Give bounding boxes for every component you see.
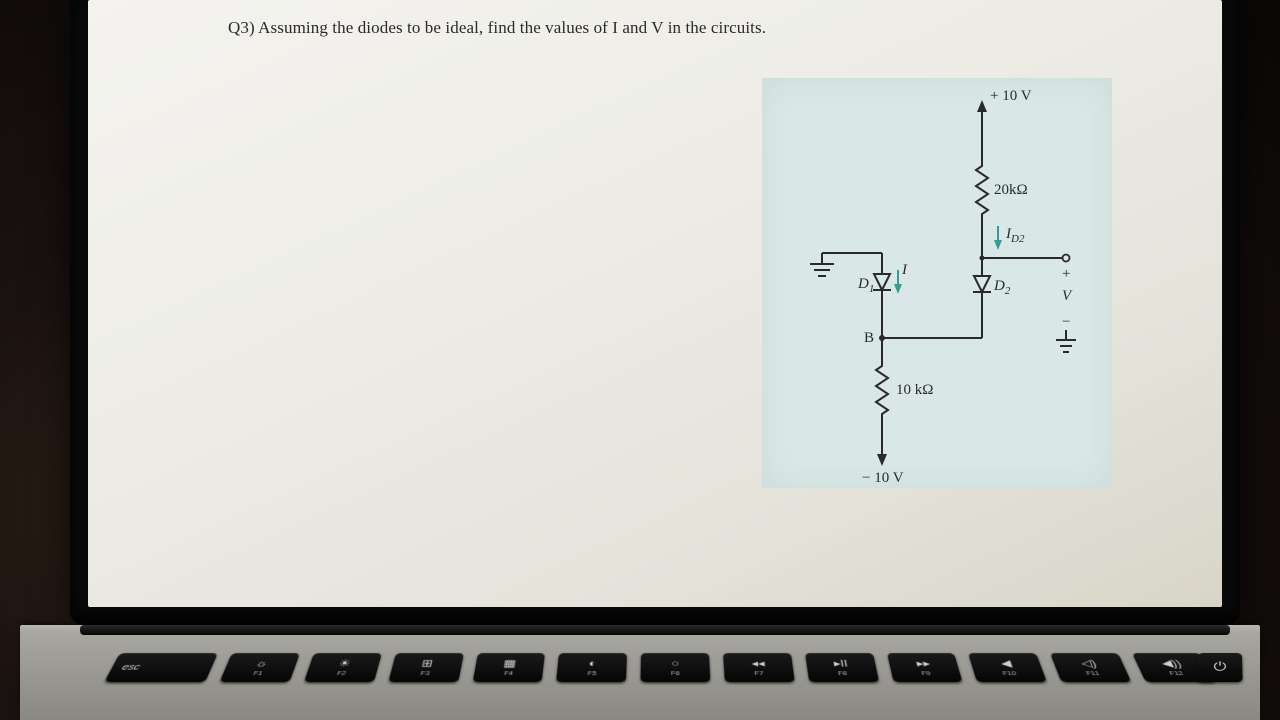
- current-id2: ID2: [994, 226, 1025, 250]
- key-f2[interactable]: ☀F2: [304, 653, 382, 682]
- key-esc[interactable]: esc: [104, 653, 218, 682]
- ground-right: [1056, 330, 1076, 352]
- diode-d1: D1: [857, 274, 891, 338]
- svg-text:D1: D1: [857, 276, 874, 295]
- key-f7[interactable]: ◂◂F7: [723, 653, 795, 682]
- function-row: esc ☼F1 ☀F2 ⊞F3 ▦F4 ◐F5 ○F6 ◂◂F7 ▸IIF8 ▸…: [99, 653, 1221, 692]
- screen-bezel: Q3) Assuming the diodes to be ideal, fin…: [70, 0, 1240, 625]
- key-f3[interactable]: ⊞F3: [388, 653, 463, 682]
- bottom-voltage: − 10 V: [862, 422, 904, 486]
- key-f8[interactable]: ▸IIF8: [805, 653, 879, 682]
- terminal-v-top: [1063, 255, 1070, 262]
- svg-text:− 10 V: − 10 V: [862, 470, 904, 486]
- svg-text:10 kΩ: 10 kΩ: [896, 382, 933, 398]
- key-f9[interactable]: ▸▸F9: [887, 653, 963, 682]
- svg-text:+ 10 V: + 10 V: [990, 88, 1032, 104]
- plus-sign: +: [1062, 266, 1070, 282]
- question-label: Q3): [228, 18, 255, 37]
- resistor-20k: 20kΩ: [976, 158, 1028, 222]
- keyboard-deck: esc ☼F1 ☀F2 ⊞F3 ▦F4 ◐F5 ○F6 ◂◂F7 ▸IIF8 ▸…: [20, 625, 1260, 720]
- diode-d2: D2: [973, 258, 1011, 338]
- svg-text:20kΩ: 20kΩ: [994, 182, 1028, 198]
- question-text: Q3) Assuming the diodes to be ideal, fin…: [228, 18, 1122, 38]
- key-f4[interactable]: ▦F4: [472, 653, 545, 682]
- node-b-label: B: [864, 330, 874, 346]
- ground-left: [810, 253, 834, 276]
- circuit-svg: + 10 V 20kΩ ID2: [762, 78, 1112, 488]
- laptop: Q3) Assuming the diodes to be ideal, fin…: [20, 0, 1260, 720]
- key-f10[interactable]: ◀F10: [968, 653, 1047, 682]
- svg-text:I: I: [901, 262, 908, 278]
- screen: Q3) Assuming the diodes to be ideal, fin…: [88, 0, 1222, 607]
- key-f6[interactable]: ○F6: [641, 653, 711, 682]
- key-f1[interactable]: ☼F1: [220, 653, 300, 682]
- v-label: V: [1062, 288, 1073, 304]
- key-f5[interactable]: ◐F5: [556, 653, 627, 682]
- document-content: Q3) Assuming the diodes to be ideal, fin…: [228, 18, 1122, 607]
- svg-text:ID2: ID2: [1005, 226, 1025, 245]
- resistor-10k: 10 kΩ: [876, 358, 933, 422]
- power-button[interactable]: ⏻: [1197, 653, 1242, 682]
- current-i: I: [894, 262, 908, 294]
- hinge: [80, 625, 1230, 635]
- key-f11[interactable]: ◁)F11: [1050, 653, 1131, 682]
- minus-sign: −: [1062, 314, 1070, 330]
- svg-text:D2: D2: [993, 278, 1011, 297]
- question-body: Assuming the diodes to be ideal, find th…: [258, 18, 766, 37]
- top-voltage: + 10 V: [977, 88, 1032, 158]
- circuit-figure: + 10 V 20kΩ ID2: [762, 78, 1112, 488]
